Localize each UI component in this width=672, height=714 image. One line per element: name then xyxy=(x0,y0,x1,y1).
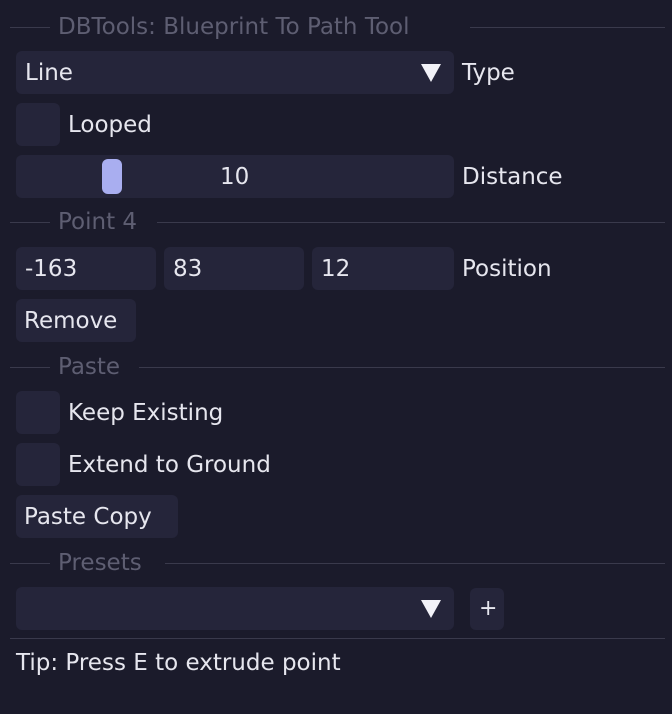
position-x-value: -163 xyxy=(25,256,78,282)
looped-checkbox[interactable] xyxy=(16,103,60,146)
type-label: Type xyxy=(462,60,515,86)
point-separator-right xyxy=(157,222,665,223)
distance-label: Distance xyxy=(462,164,563,190)
position-z-field[interactable]: 12 xyxy=(312,247,454,290)
chevron-down-icon xyxy=(421,600,441,618)
extend-ground-checkbox[interactable] xyxy=(16,443,60,486)
position-y-field[interactable]: 83 xyxy=(164,247,304,290)
tip-separator xyxy=(10,638,665,639)
point-section-title: Point 4 xyxy=(58,209,138,235)
paste-separator-right xyxy=(139,367,665,368)
distance-value: 10 xyxy=(220,164,250,190)
remove-button[interactable]: Remove xyxy=(16,299,136,342)
paste-copy-button-label: Paste Copy xyxy=(24,504,152,530)
window-title: DBTools: Blueprint To Path Tool xyxy=(58,14,410,40)
keep-existing-checkbox[interactable] xyxy=(16,391,60,434)
chevron-down-icon xyxy=(421,64,441,82)
paste-section-title: Paste xyxy=(58,354,121,380)
title-separator-right xyxy=(470,27,665,28)
add-preset-button-label: + xyxy=(479,596,498,621)
distance-slider[interactable]: 10 xyxy=(16,155,454,198)
position-z-value: 12 xyxy=(321,256,351,282)
looped-label: Looped xyxy=(68,112,152,138)
type-combo[interactable]: Line xyxy=(16,51,454,94)
paste-copy-button[interactable]: Paste Copy xyxy=(16,495,178,538)
position-y-value: 83 xyxy=(173,256,203,282)
tip-text: Tip: Press E to extrude point xyxy=(16,650,341,676)
presets-separator-right xyxy=(165,563,665,564)
extend-ground-label: Extend to Ground xyxy=(68,452,271,478)
paste-separator-left xyxy=(10,367,50,368)
add-preset-button[interactable]: + xyxy=(470,588,504,630)
type-combo-value: Line xyxy=(25,60,73,86)
presets-combo[interactable] xyxy=(16,587,454,630)
presets-section-title: Presets xyxy=(58,550,142,576)
position-label: Position xyxy=(462,256,552,282)
position-x-field[interactable]: -163 xyxy=(16,247,156,290)
keep-existing-label: Keep Existing xyxy=(68,400,224,426)
remove-button-label: Remove xyxy=(24,308,118,334)
slider-grab-handle[interactable] xyxy=(102,159,122,194)
point-separator-left xyxy=(10,222,50,223)
presets-separator-left xyxy=(10,563,50,564)
title-separator-left xyxy=(10,27,50,28)
